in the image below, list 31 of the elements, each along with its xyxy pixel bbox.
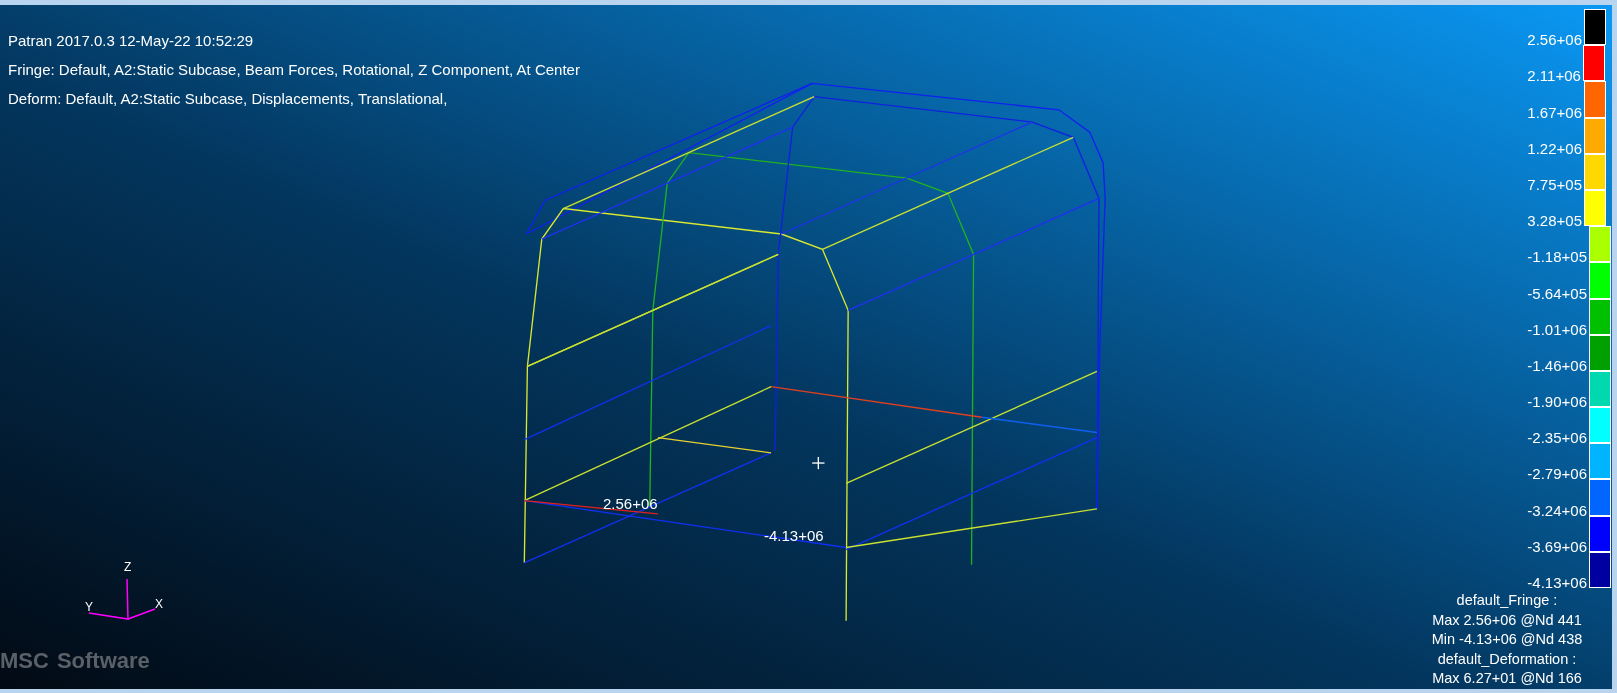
logo-text: Software <box>56 650 150 672</box>
header-text: Fringe: Default, A2:Static Subcase, Beam Forces, Rotational, Z Component, At Center <box>8 60 580 79</box>
logo-text: MSC <box>0 650 49 672</box>
legend-value: 1.22+06 <box>1527 140 1582 156</box>
legend-value: -4.13+06 <box>1527 575 1587 590</box>
legend-value: 2.11+06 <box>1527 68 1581 84</box>
legend-value: -1.01+06 <box>1527 321 1587 337</box>
axis-label: Y <box>85 601 93 613</box>
result-summary-text: Max 2.56+06 @Nd 441 <box>1432 610 1582 630</box>
legend-value: -1.90+06 <box>1527 394 1587 410</box>
legend-value: -2.79+06 <box>1527 466 1587 482</box>
header-text: Patran 2017.0.3 12-May-22 10:52:29 <box>8 31 255 50</box>
legend-value: 1.67+06 <box>1527 104 1582 120</box>
legend-value: -5.64+05 <box>1527 285 1587 301</box>
axis-label: Z <box>124 561 132 573</box>
legend-value: -1.18+05 <box>1527 249 1587 265</box>
axis-label: X <box>155 598 163 610</box>
legend-value: -3.69+06 <box>1527 538 1587 554</box>
result-summary-text: default_Fringe : <box>1456 591 1558 610</box>
header-text: Deform: Default, A2:Static Subcase, Displacements, Translational, <box>8 89 449 108</box>
legend-value: 2.56+06 <box>1527 32 1582 48</box>
legend-value: -2.35+06 <box>1527 430 1587 446</box>
legend-value: 7.75+05 <box>1527 176 1582 192</box>
legend-value: -1.46+06 <box>1527 357 1587 373</box>
value-label: -4.13+06 <box>764 528 824 543</box>
legend-value: -3.24+06 <box>1527 502 1587 518</box>
result-summary-text: Min -4.13+06 @Nd 438 <box>1431 630 1583 649</box>
legend-value: 3.28+05 <box>1527 213 1582 229</box>
value-label: 2.56+06 <box>603 496 658 511</box>
result-summary-text: Max 6.27+01 @Nd 166 <box>1432 669 1582 688</box>
result-summary-text: default_Deformation : <box>1437 649 1577 669</box>
